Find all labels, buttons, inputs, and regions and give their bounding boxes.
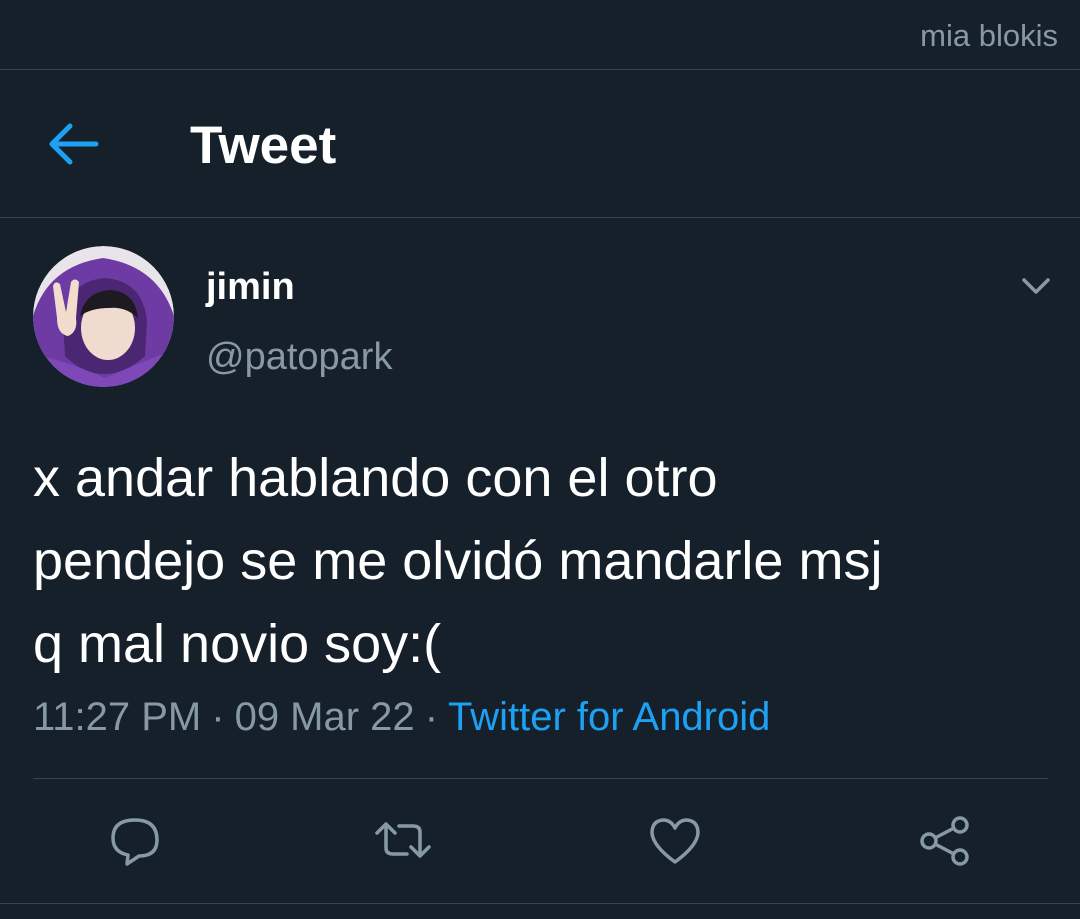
arrow-left-icon [49,123,99,165]
tweet-header: Tweet [0,70,1080,218]
tweet-time: 11:27 PM [33,695,202,739]
user-handle[interactable]: @patopark [206,336,392,379]
page-title: Tweet [190,116,337,175]
retweet-button[interactable] [373,810,433,870]
tweet-date: 09 Mar 22 [234,695,415,739]
bottom-divider [0,903,1080,904]
tweet-text: x andar hablando con el otro pendejo se … [33,437,1058,686]
watermark-text: mia blokis [920,18,1058,53]
action-bar [0,800,1080,880]
meta-separator: · [424,695,439,739]
tweet-text-line: q mal novio soy:( [33,614,442,674]
reply-icon [111,818,159,866]
retweet-icon [375,822,431,858]
reply-button[interactable] [105,810,165,870]
chevron-down-icon [1022,278,1050,294]
tweet-metadata: 11:27 PM · 09 Mar 22 · Twitter for Android [33,695,770,740]
heart-icon [650,818,700,864]
more-options-button[interactable] [1014,268,1058,304]
share-button[interactable] [915,810,975,870]
like-button[interactable] [645,810,705,870]
back-button[interactable] [40,115,108,173]
top-bar: mia blokis [0,0,1080,70]
meta-separator: · [211,695,225,739]
tweet-text-line: x andar hablando con el otro [33,448,718,508]
display-name[interactable]: jimin [206,266,295,309]
divider [33,778,1048,779]
tweet-source-link[interactable]: Twitter for Android [448,695,770,739]
share-icon [920,816,969,866]
avatar[interactable] [33,246,174,387]
profile-photo [33,246,174,387]
tweet-text-line: pendejo se me olvidó mandarle msj [33,531,883,591]
